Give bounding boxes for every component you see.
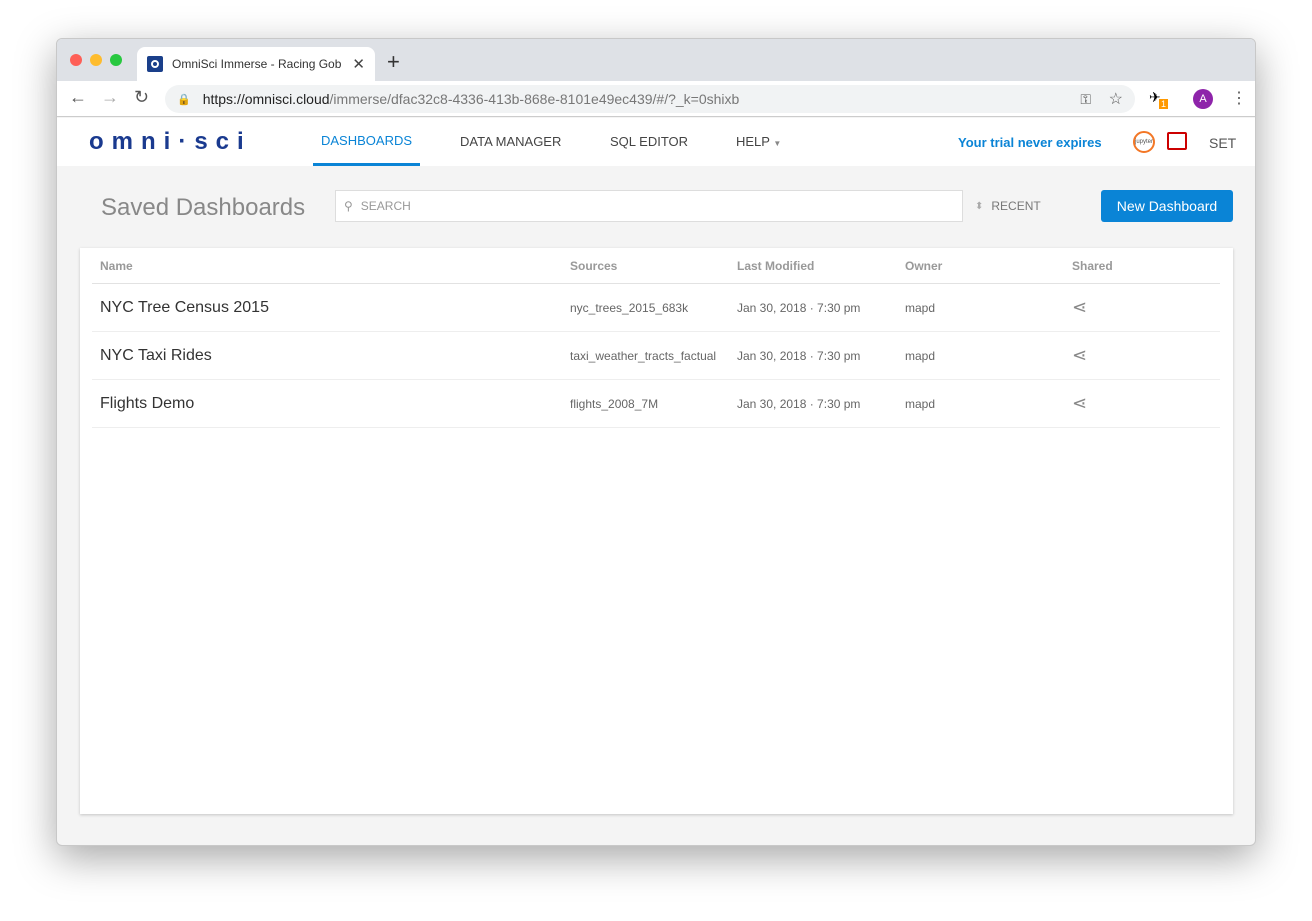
maximize-window-button[interactable]: [110, 54, 122, 66]
close-tab-icon[interactable]: ✕: [352, 55, 365, 73]
table-header: Name Sources Last Modified Owner Shared: [92, 248, 1220, 284]
nav-help[interactable]: HELP ▼: [736, 118, 781, 166]
reload-icon[interactable]: ↻: [134, 87, 149, 108]
app-header: omni·sci DASHBOARDS DATA MANAGER SQL EDI…: [57, 118, 1255, 166]
share-icon[interactable]: ⋖: [1072, 345, 1087, 366]
extension-icon[interactable]: ✈ 1: [1149, 89, 1169, 109]
share-icon[interactable]: ⋖: [1072, 297, 1087, 318]
dashboards-table: Name Sources Last Modified Owner Shared …: [80, 248, 1233, 814]
nav-data-manager[interactable]: DATA MANAGER: [460, 118, 561, 166]
search-input[interactable]: [360, 199, 962, 213]
sort-recent[interactable]: ⬍ RECENT: [975, 199, 1041, 213]
col-owner[interactable]: Owner: [905, 259, 942, 273]
new-tab-button[interactable]: +: [387, 49, 400, 75]
omnisci-favicon-icon: [147, 56, 163, 72]
forward-icon[interactable]: →: [101, 87, 119, 108]
browser-toolbar: ← → ↻ 🔒 https://omnisci.cloud/immerse/df…: [57, 81, 1255, 117]
page-title: Saved Dashboards: [101, 194, 306, 221]
new-dashboard-button[interactable]: New Dashboard: [1101, 190, 1233, 222]
settings-link[interactable]: SET: [1209, 135, 1236, 151]
bookmark-star-icon[interactable]: ☆: [1109, 89, 1123, 109]
tab-strip: OmniSci Immerse - Racing Gob ✕ +: [57, 39, 1255, 81]
caret-down-icon: ▼: [773, 139, 782, 148]
table-row[interactable]: NYC Taxi Rides taxi_weather_tracts_factua…: [92, 332, 1220, 380]
col-sources[interactable]: Sources: [570, 259, 725, 273]
key-icon[interactable]: ⚿: [1080, 91, 1091, 108]
address-bar[interactable]: 🔒 https://omnisci.cloud/immerse/dfac32c8…: [165, 85, 1135, 113]
back-icon[interactable]: ←: [69, 87, 87, 108]
table-row[interactable]: Flights Demo flights_2008_7M Jan 30, 2018 …: [92, 380, 1220, 428]
col-name[interactable]: Name: [100, 259, 133, 273]
search-box[interactable]: ⚲: [335, 190, 963, 222]
lock-icon: 🔒: [177, 93, 191, 106]
nav-dashboards[interactable]: DASHBOARDS: [313, 118, 421, 166]
sort-icon: ⬍: [975, 200, 984, 212]
table-row[interactable]: NYC Tree Census 2015 nyc_trees_2015_683k J…: [92, 284, 1220, 332]
col-last-modified[interactable]: Last Modified: [737, 259, 814, 273]
avatar[interactable]: A: [1193, 89, 1213, 109]
close-window-button[interactable]: [70, 54, 82, 66]
search-icon: ⚲: [344, 199, 353, 213]
share-icon[interactable]: ⋖: [1072, 393, 1087, 414]
menu-dots-icon[interactable]: ⋮: [1231, 88, 1247, 108]
col-shared[interactable]: Shared: [1072, 259, 1113, 273]
omnisci-logo[interactable]: omni·sci: [89, 128, 252, 156]
trial-link[interactable]: Your trial never expires: [958, 135, 1102, 150]
gift-icon[interactable]: [1167, 132, 1187, 150]
browser-window: OmniSci Immerse - Racing Gob ✕ + ← → ↻ 🔒…: [56, 38, 1256, 846]
nav-sql-editor[interactable]: SQL EDITOR: [610, 118, 688, 166]
jupyter-icon[interactable]: jupyter: [1133, 131, 1155, 153]
minimize-window-button[interactable]: [90, 54, 102, 66]
browser-tab[interactable]: OmniSci Immerse - Racing Gob ✕: [137, 47, 375, 81]
